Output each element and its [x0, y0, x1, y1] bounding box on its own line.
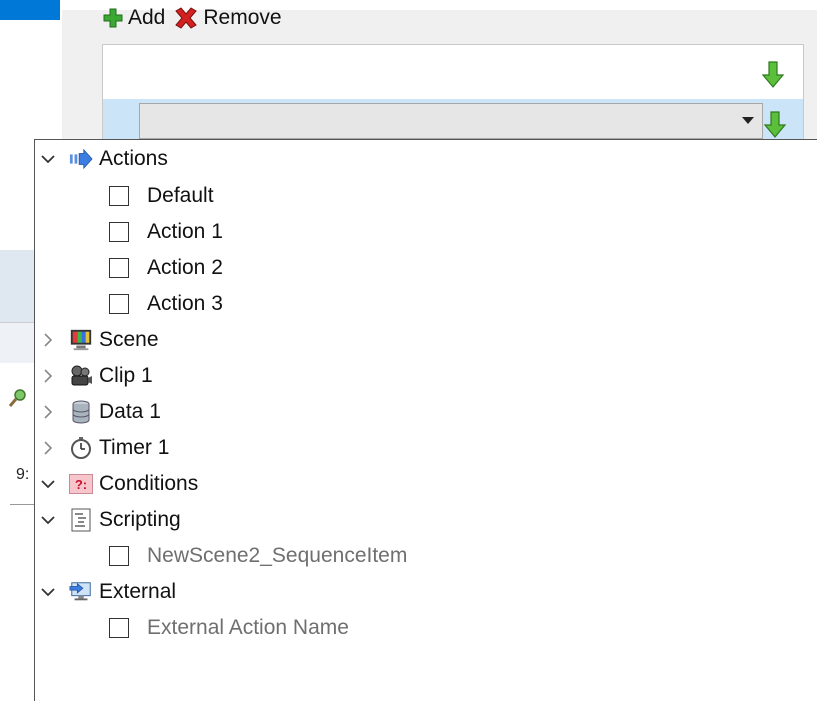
- tree-leaf-action-1[interactable]: Action 1: [109, 215, 223, 249]
- script-document-icon: [69, 508, 93, 532]
- stopwatch-icon: [69, 436, 93, 460]
- external-computer-icon: [69, 580, 93, 604]
- tree-node-timer-1[interactable]: Timer 1: [35, 431, 169, 465]
- checkbox[interactable]: [109, 294, 129, 314]
- conditions-icon: ?:: [69, 472, 93, 496]
- remove-button-label: Remove: [203, 6, 282, 29]
- tree-node-actions[interactable]: Actions: [35, 142, 168, 176]
- tree-node-clip-1[interactable]: Clip 1: [35, 359, 153, 393]
- tree-leaf-label: Action 3: [147, 292, 223, 315]
- remove-button[interactable]: Remove: [173, 6, 282, 30]
- tree-leaf-label: External Action Name: [147, 616, 349, 639]
- add-plus-icon: [103, 8, 123, 28]
- arrow-right-icon: [69, 147, 93, 171]
- tree-node-conditions[interactable]: ?: Conditions: [35, 467, 198, 501]
- chevron-right-icon[interactable]: [37, 437, 59, 459]
- checkbox[interactable]: [109, 258, 129, 278]
- dropdown-caret-icon[interactable]: [742, 117, 754, 124]
- tree-leaf-external-action[interactable]: External Action Name: [109, 611, 349, 645]
- tree-leaf-script-item[interactable]: NewScene2_SequenceItem: [109, 539, 407, 573]
- checkbox[interactable]: [109, 186, 129, 206]
- add-button-label: Add: [128, 6, 166, 29]
- checkbox[interactable]: [109, 546, 129, 566]
- background-blue-tab: [0, 0, 60, 20]
- tree-node-label: Clip 1: [99, 364, 153, 387]
- tree-node-label: Scene: [99, 328, 159, 351]
- action-tree-dropdown[interactable]: Actions Default Action 1 Action 2 Action…: [34, 139, 817, 701]
- remove-x-icon: [175, 7, 198, 29]
- tree-node-scene[interactable]: Scene: [35, 323, 159, 357]
- checkbox[interactable]: [109, 222, 129, 242]
- tree-leaf-label: Action 2: [147, 256, 223, 279]
- tree-node-label: Timer 1: [99, 436, 170, 459]
- database-icon: [69, 400, 93, 424]
- chevron-down-icon[interactable]: [37, 148, 59, 170]
- add-button[interactable]: Add: [102, 6, 165, 30]
- chevron-right-icon[interactable]: [37, 365, 59, 387]
- chevron-right-icon[interactable]: [37, 329, 59, 351]
- tree-node-label: Conditions: [99, 472, 199, 495]
- chevron-down-icon[interactable]: [37, 509, 59, 531]
- tree-leaf-default[interactable]: Default: [109, 179, 214, 213]
- tree-leaf-label: Default: [147, 184, 214, 207]
- tree-node-label: External: [99, 580, 177, 603]
- film-camera-icon: [69, 364, 93, 388]
- action-combobox[interactable]: [139, 103, 763, 139]
- chevron-down-icon[interactable]: [37, 473, 59, 495]
- tree-leaf-action-3[interactable]: Action 3: [109, 287, 223, 321]
- tree-leaf-action-2[interactable]: Action 2: [109, 251, 223, 285]
- tree-node-external[interactable]: External: [35, 575, 176, 609]
- monitor-icon: [69, 328, 93, 352]
- tree-node-label: Scripting: [99, 508, 181, 531]
- tree-leaf-label: Action 1: [147, 220, 223, 243]
- toolbar: Add Remove: [102, 6, 282, 30]
- tree-node-scripting[interactable]: Scripting: [35, 503, 181, 537]
- chevron-right-icon[interactable]: [37, 401, 59, 423]
- move-down-arrow-icon[interactable]: [762, 110, 788, 140]
- sequence-list[interactable]: [102, 44, 804, 144]
- background-partial-text: 9:: [16, 466, 30, 483]
- tree-leaf-label: NewScene2_SequenceItem: [147, 544, 408, 567]
- checkbox[interactable]: [109, 618, 129, 638]
- selected-list-row[interactable]: [103, 99, 803, 143]
- magnifier-icon: [8, 389, 26, 407]
- tree-node-data-1[interactable]: Data 1: [35, 395, 161, 429]
- move-down-arrow-icon[interactable]: [760, 60, 786, 90]
- tree-node-label: Data 1: [99, 400, 161, 423]
- chevron-down-icon[interactable]: [37, 581, 59, 603]
- tree-node-label: Actions: [99, 147, 168, 170]
